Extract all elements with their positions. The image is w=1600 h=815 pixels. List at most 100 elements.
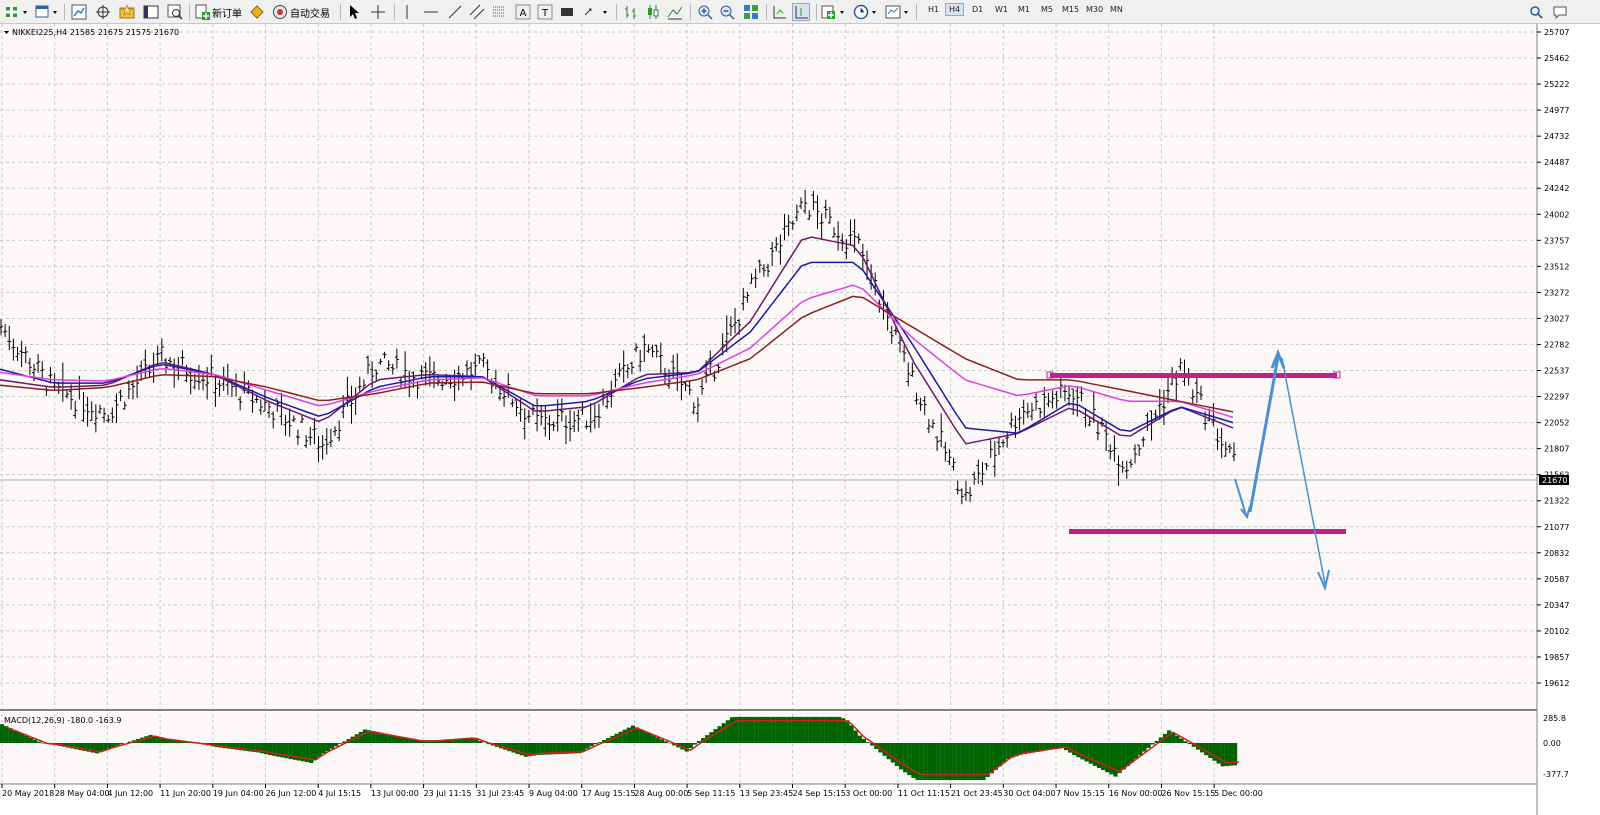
time-tick-label: 19 Jun 04:00 [213, 789, 264, 798]
chart-shift-button[interactable] [792, 3, 810, 21]
macd-bar [890, 743, 895, 763]
macd-bar [915, 743, 920, 781]
macd-bar [24, 735, 29, 743]
macd-bar [28, 737, 34, 743]
macd-bar [4, 726, 9, 743]
macd-bar [630, 725, 636, 743]
symbol-info: NIKKEI225,H4 21585 21675 21575 21670 [12, 28, 179, 37]
indicators-button[interactable] [820, 3, 848, 21]
price-tick-label: 22297 [1544, 393, 1569, 402]
line-chart-button[interactable] [666, 3, 684, 21]
price-tick-label: 23512 [1544, 262, 1569, 271]
macd-bar [886, 743, 891, 760]
macd-bar [474, 739, 479, 743]
strategy-tester-button[interactable] [166, 3, 184, 21]
current-price-label: 21670 [1542, 476, 1567, 485]
time-tick-label: 26 Nov 15:15 [1161, 789, 1215, 798]
macd-bar [845, 720, 850, 743]
new-order-button[interactable]: 新订单 [194, 3, 244, 21]
trendline-tool[interactable] [446, 3, 464, 21]
text-tool[interactable]: A [514, 3, 532, 21]
macd-bar [663, 741, 669, 743]
price-tick-label: 24002 [1544, 210, 1569, 219]
profiles-button[interactable] [34, 3, 60, 21]
magnifier-chart-icon [167, 4, 183, 20]
macd-bar [581, 743, 586, 751]
chart-window[interactable]: NIKKEI225,H4 21585 21675 21575 21670 MAC… [0, 24, 1600, 815]
price-chart[interactable]: NIKKEI225,H4 21585 21675 21575 21670 MAC… [0, 24, 1600, 815]
chat-button[interactable] [1552, 3, 1568, 21]
macd-axis-bottom: -377.7 [1543, 770, 1569, 779]
timeframe-m15[interactable]: M15 [1062, 5, 1079, 14]
price-tick-label: 22537 [1544, 367, 1569, 376]
macd-bar [1208, 743, 1213, 758]
macd-bar [618, 731, 623, 743]
new-order-icon [195, 4, 210, 20]
timeframe-m5[interactable]: M5 [1041, 5, 1053, 14]
price-tick-label: 24732 [1544, 132, 1569, 141]
zoom-out-button[interactable] [718, 3, 736, 21]
price-tick-label: 24977 [1544, 106, 1569, 115]
data-window-button[interactable] [94, 3, 112, 21]
channel-tool[interactable] [468, 3, 486, 21]
zoom-out-icon [720, 5, 735, 20]
clock-icon [853, 4, 876, 20]
crosshair-tool[interactable] [370, 3, 386, 21]
cursor-tool[interactable] [346, 3, 362, 21]
resistance-level[interactable] [1050, 373, 1337, 378]
market-watch-button[interactable] [70, 3, 88, 21]
tile-windows-button[interactable] [742, 3, 760, 21]
timeframe-h4[interactable]: H4 [945, 3, 965, 16]
macd-bar [321, 743, 326, 754]
navigator-button[interactable] [118, 3, 136, 21]
periods-button[interactable] [852, 3, 880, 21]
vertical-line-tool[interactable] [400, 3, 414, 21]
candlestick-button[interactable] [644, 3, 662, 21]
time-tick-label: 23 Jul 11:15 [424, 789, 472, 798]
macd-bar [329, 743, 335, 749]
macd-bar [478, 740, 483, 743]
bar-chart-button[interactable] [622, 3, 640, 21]
timeframe-w1[interactable]: W1 [995, 5, 1008, 14]
time-tick-label: 17 Aug 15:15 [582, 789, 636, 798]
terminal-button[interactable] [142, 3, 160, 21]
macd-bar [1002, 743, 1007, 763]
search-button[interactable] [1528, 3, 1544, 21]
meta-editor-button[interactable] [248, 3, 266, 21]
zoom-in-button[interactable] [696, 3, 714, 21]
horizontal-line-tool[interactable] [422, 3, 440, 21]
macd-bar [717, 726, 722, 743]
support-level[interactable] [1069, 529, 1346, 534]
price-tick-label: 19612 [1544, 679, 1569, 688]
new-chart-button[interactable] [4, 3, 30, 21]
macd-bar [688, 743, 693, 749]
macd-bar [911, 743, 916, 778]
price-tick-label: 21077 [1544, 523, 1569, 532]
timeframe-h1[interactable]: H1 [928, 5, 939, 14]
price-tick-label: 21322 [1544, 497, 1569, 506]
templates-button[interactable] [884, 3, 912, 21]
tile-windows-icon [744, 5, 758, 19]
macd-bar [1084, 743, 1089, 762]
arrows-tool[interactable] [582, 3, 610, 21]
chat-icon [1553, 6, 1567, 19]
macd-bar [317, 743, 322, 757]
new-chart-icon [4, 5, 27, 19]
macd-bar [1080, 743, 1085, 760]
macd-bar [692, 743, 697, 745]
timeframe-mn[interactable]: MN [1110, 5, 1123, 14]
rectangle-tool[interactable] [558, 3, 576, 21]
fibonacci-tool[interactable] [490, 3, 508, 21]
text-label-tool[interactable]: T [536, 3, 554, 21]
macd-bar [325, 743, 330, 752]
timeframe-d1[interactable]: D1 [972, 5, 983, 14]
price-tick-label: 23757 [1544, 236, 1569, 245]
auto-trading-label: 自动交易 [290, 8, 330, 20]
timeframe-m30[interactable]: M30 [1086, 5, 1103, 14]
auto-trading-button[interactable]: 自动交易 [272, 3, 334, 21]
time-tick-label: 7 Nov 15:15 [1056, 789, 1105, 798]
macd-bar [894, 743, 900, 767]
macd-bar [107, 743, 112, 749]
auto-scroll-button[interactable] [770, 3, 788, 21]
timeframe-m1[interactable]: M1 [1018, 5, 1030, 14]
